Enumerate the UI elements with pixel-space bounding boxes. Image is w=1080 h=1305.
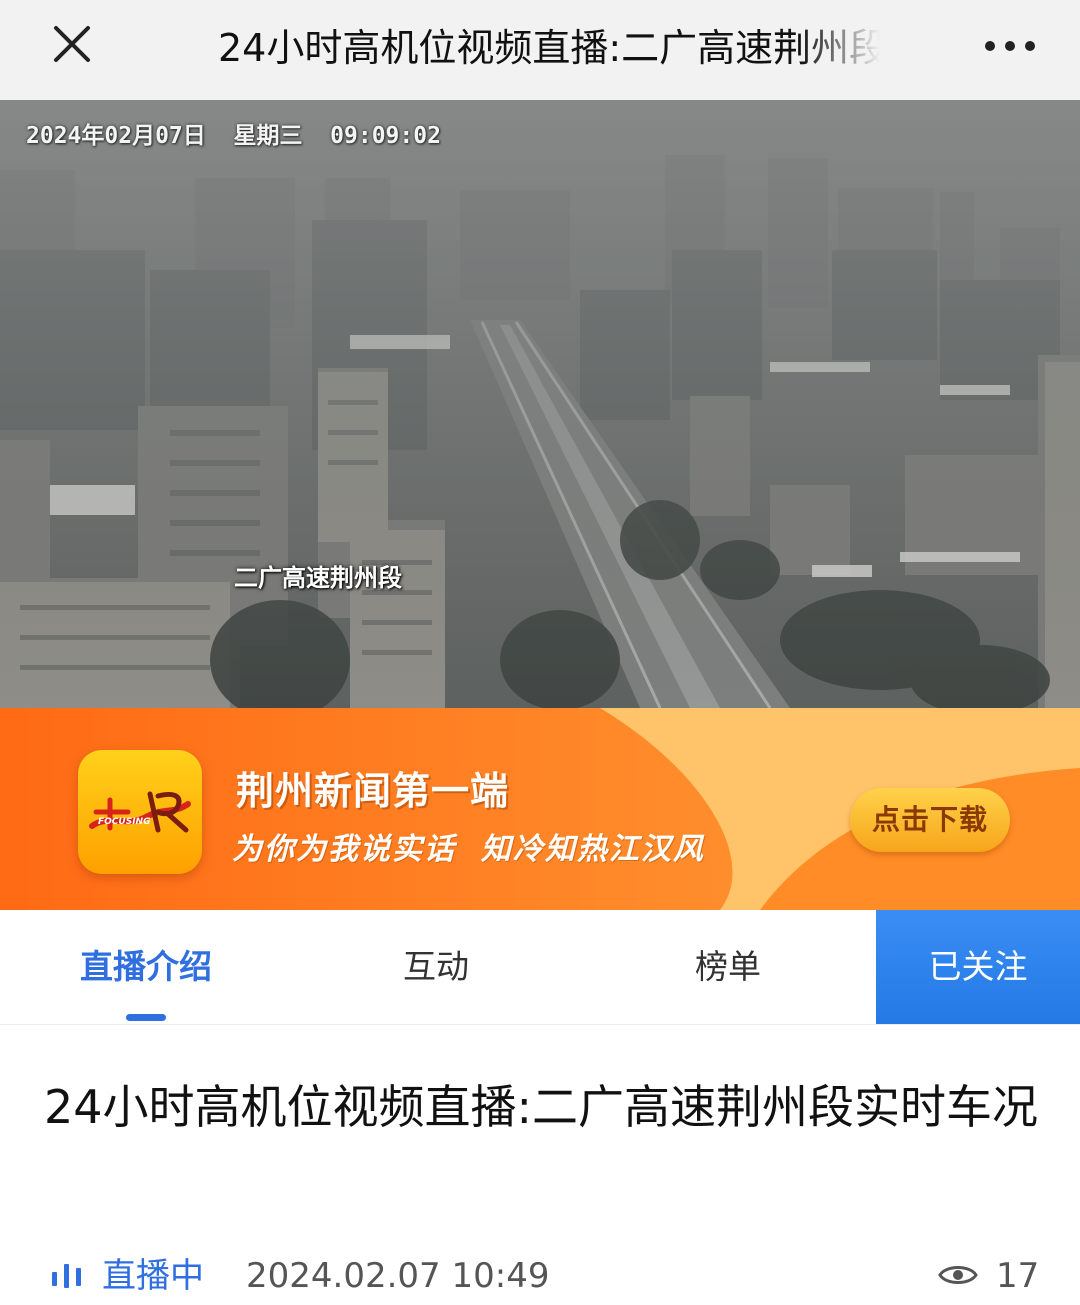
video-location-caption: 二广高速荆州段: [234, 564, 402, 592]
article-meta: 直播中 2024.02.07 10:49 17: [50, 1250, 1050, 1302]
more-horizontal-icon[interactable]: [980, 28, 1040, 64]
live-video-player[interactable]: 2024年02月07日 星期三 09:09:02 二广高速荆州段: [0, 100, 1080, 708]
follow-button[interactable]: 已关注: [876, 910, 1080, 1024]
active-tab-indicator: [126, 1014, 166, 1021]
article-title: 24小时高机位视频直播:二广高速荆州段实时车况: [44, 1080, 1039, 1134]
jianghanfeng-app-icon: FOCUSING: [78, 750, 202, 874]
svg-text:FOCUSING: FOCUSING: [98, 817, 150, 827]
banner-title: 荆州新闻第一端: [236, 768, 510, 813]
top-nav-bar: 24小时高机位视频直播:二广高速荆州段实时车况: [0, 0, 1080, 100]
eye-icon: [938, 1266, 978, 1284]
tab-ranking[interactable]: 榜单: [622, 910, 834, 1024]
download-button[interactable]: 点击下载: [850, 788, 1010, 852]
banner-slogan: 为你为我说实话 知冷知热江汉风: [232, 832, 705, 867]
video-timestamp: 2024年02月07日 星期三 09:09:02: [26, 123, 441, 149]
city-highway-scene: [0, 100, 1080, 708]
tab-interaction[interactable]: 互动: [330, 910, 542, 1024]
live-status-label: 直播中: [102, 1256, 204, 1296]
app-download-banner[interactable]: FOCUSING 荆州新闻第一端 为你为我说实话 知冷知热江汉风 点击下载: [0, 708, 1080, 910]
publish-time: 2024.02.07 10:49: [246, 1256, 550, 1296]
tab-live-intro[interactable]: 直播介绍: [40, 910, 252, 1024]
live-bars-icon: [52, 1264, 81, 1288]
close-icon[interactable]: [44, 18, 100, 74]
nav-title: 24小时高机位视频直播:二广高速荆州段实时车况: [218, 26, 880, 70]
view-count: 17: [996, 1256, 1040, 1296]
tab-bar: 直播介绍 互动 榜单 已关注: [0, 910, 1080, 1025]
app-logo-mark: FOCUSING: [89, 791, 191, 833]
